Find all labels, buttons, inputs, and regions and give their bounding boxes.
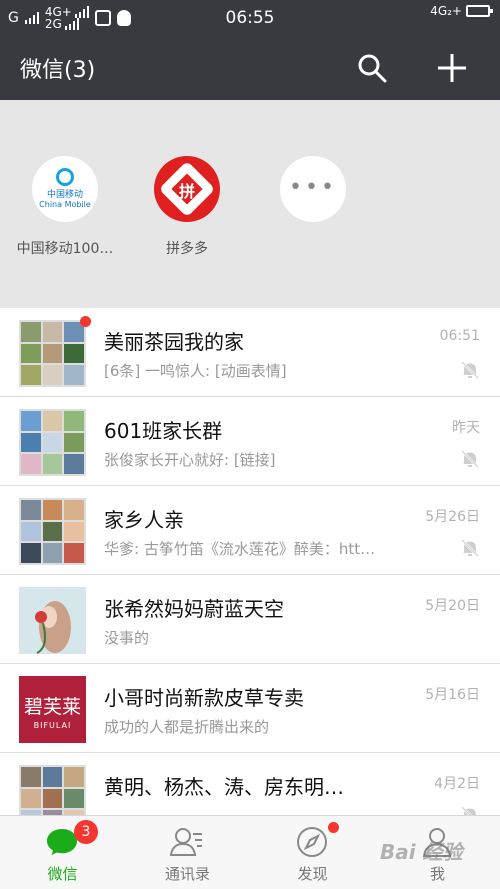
tab-label: 通讯录 (164, 865, 210, 883)
chat-name: 美丽茶园我的家 (104, 330, 244, 354)
mute-bell-icon (461, 806, 476, 815)
contacts-icon (169, 828, 202, 856)
chat-message: 成功的人都是折腾出来的 (104, 718, 270, 736)
chat-time: 昨天 (452, 420, 480, 436)
status-right: 4G₂+ (430, 4, 493, 18)
tab-label: 微信 (47, 865, 78, 883)
chat-row[interactable]: 张希然妈妈蔚蓝天空 没事的 5月20日 (0, 575, 500, 664)
mini-program-more[interactable]: ••• (248, 156, 378, 238)
china-mobile-logo-en: China Mobile (39, 200, 91, 209)
chat-time: 4月2日 (434, 776, 480, 792)
portrait-avatar (19, 587, 86, 654)
group-avatar (19, 765, 86, 815)
chat-message: 没事的 (104, 629, 150, 647)
chat-row[interactable]: 家乡人亲 华爹: 古筝竹笛《流水莲花》醉美：htt… 5月26日 (0, 486, 500, 575)
page-title: 微信(3) (20, 58, 96, 83)
search-icon[interactable] (356, 52, 388, 84)
tab-label: 发现 (297, 865, 328, 883)
chat-name: 黄明、杨杰、涛、房东明… (104, 775, 344, 799)
brand-avatar: 碧芙莱 BIFULAI (19, 676, 86, 743)
chat-time: 5月20日 (425, 598, 480, 614)
chat-row[interactable]: 黄明、杨杰、涛、房东明… 4月2日 (0, 753, 500, 815)
chat-message: 华爹: 古筝竹笛《流水莲花》醉美：htt… (104, 540, 376, 558)
chat-time: 06:51 (439, 328, 480, 344)
chat-time: 5月16日 (425, 687, 480, 703)
brand-avatar-subtext: BIFULAI (33, 721, 72, 730)
mini-program-panel: 中国移动 China Mobile 中国移动100… 拼 拼多多 ••• (0, 100, 500, 308)
mute-bell-icon (461, 450, 479, 468)
chat-name: 张希然妈妈蔚蓝天空 (104, 597, 284, 621)
brand-avatar-text: 碧芙莱 (23, 696, 81, 718)
status-time: 06:55 (225, 8, 275, 28)
status-bar: G 4G+ 2G 06:55 4G₂+ (0, 0, 500, 36)
mini-program-label: 拼多多 (166, 241, 208, 257)
chat-name: 小哥时尚新款皮草专卖 (104, 686, 304, 710)
tab-label: 我 (429, 865, 445, 883)
group-avatar (19, 498, 86, 565)
pinduoduo-icon: 拼 (154, 156, 220, 222)
app-bar: 微信(3) (0, 36, 500, 100)
chat-name: 601班家长群 (104, 419, 223, 443)
mini-program-china-mobile[interactable]: 中国移动 China Mobile 中国移动100… (0, 156, 130, 258)
mini-program-label: 中国移动100… (16, 241, 114, 257)
mute-bell-icon (461, 361, 479, 379)
network-right-label: 4G₂+ (430, 4, 462, 18)
pinduoduo-logo-text: 拼 (178, 182, 195, 201)
chat-time: 5月26日 (425, 509, 480, 525)
discover-dot (328, 822, 339, 833)
chat-message: [6条] 一鸣惊人: [动画表情] (104, 362, 287, 380)
tab-chats[interactable]: 3 微信 (0, 816, 125, 889)
mute-bell-icon (461, 539, 479, 557)
more-dots: ••• (289, 175, 337, 200)
unread-badge: 3 (74, 820, 98, 844)
tab-discover[interactable]: 发现 (250, 816, 375, 889)
watermark: Bai 经验 (380, 840, 463, 864)
chat-message: 张俊家长开心就好: [链接] (104, 451, 276, 469)
mini-program-pinduoduo[interactable]: 拼 拼多多 (122, 156, 252, 258)
chat-list: 美丽茶园我的家 [6条] 一鸣惊人: [动画表情] 06:51 601班家长群 … (0, 308, 500, 815)
group-avatar (19, 409, 86, 476)
china-mobile-icon: 中国移动 China Mobile (32, 156, 98, 222)
china-mobile-logo-cn: 中国移动 (46, 190, 83, 200)
chat-row[interactable]: 601班家长群 张俊家长开心就好: [链接] 昨天 (0, 397, 500, 486)
more-icon: ••• (280, 156, 346, 222)
chat-row[interactable]: 碧芙莱 BIFULAI 小哥时尚新款皮草专卖 成功的人都是折腾出来的 5月16日 (0, 664, 500, 753)
plus-icon[interactable] (434, 50, 470, 86)
chat-row[interactable]: 美丽茶园我的家 [6条] 一鸣惊人: [动画表情] 06:51 (0, 308, 500, 397)
chat-name: 家乡人亲 (104, 508, 184, 532)
unread-dot (80, 316, 91, 327)
battery-icon (466, 5, 493, 17)
group-avatar (19, 320, 86, 387)
compass-icon (297, 827, 327, 857)
tab-contacts[interactable]: 通讯录 (125, 816, 250, 889)
